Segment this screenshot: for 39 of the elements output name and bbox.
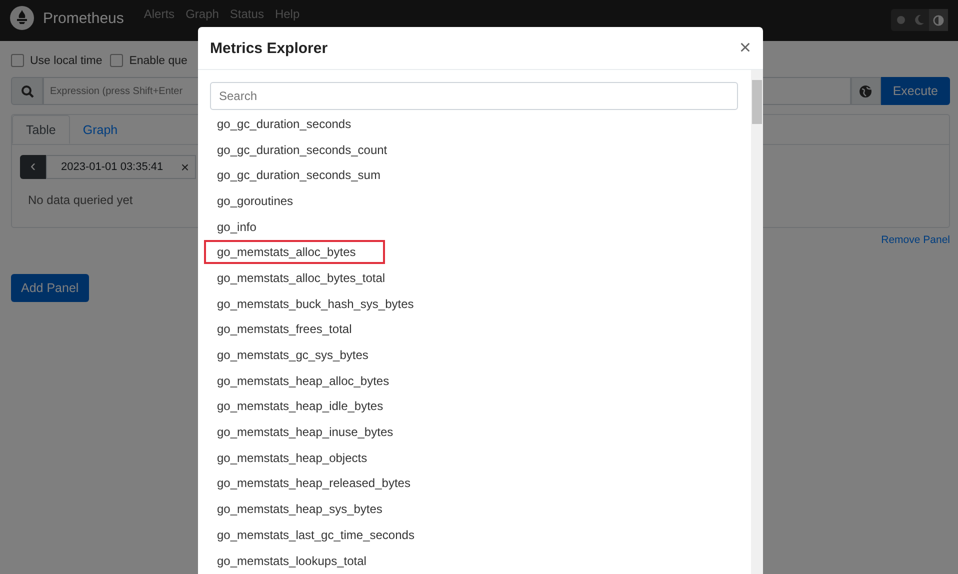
theme-button[interactable] [929, 9, 948, 31]
brand-name[interactable]: Prometheus [43, 10, 124, 26]
metric-item[interactable]: go_memstats_heap_idle_bytes [204, 394, 412, 418]
moon-icon [915, 15, 924, 25]
checkbox-label: Use local time [30, 54, 102, 66]
search-field[interactable]: Search [210, 82, 738, 110]
previous-button[interactable]: ‹ [20, 155, 46, 179]
metric-item[interactable]: go_memstats_gc_sys_bytes [204, 343, 398, 368]
metric-item[interactable]: go_gc_duration_seconds [204, 112, 380, 136]
dialog-title: Metrics Explorer [210, 40, 328, 56]
checkbox[interactable] [11, 54, 24, 67]
metric-item[interactable]: go_memstats_buck_hash_sys_bytes [204, 292, 443, 316]
metric-item[interactable]: go_memstats_heap_objects [204, 446, 396, 470]
scrollbar[interactable] [751, 70, 763, 574]
metric-item[interactable]: go_info [204, 214, 286, 239]
clear-button[interactable]: × [180, 159, 189, 175]
metric-item[interactable]: go_memstats_frees_total [204, 317, 381, 342]
globe-icon[interactable] [850, 77, 881, 105]
checkbox[interactable] [110, 54, 124, 67]
metric-item[interactable]: go_gc_duration_seconds_count [204, 138, 416, 162]
metric-item[interactable]: go_memstats_last_gc_time_seconds [204, 522, 444, 547]
metric-item[interactable]: go_memstats_lookups_total [204, 548, 396, 573]
metric-item[interactable]: go_memstats_alloc_bytes [204, 240, 385, 264]
scrollbar-thumb[interactable] [752, 80, 762, 124]
time-field[interactable]: 2023-01-01 03:35:41 × [46, 155, 196, 179]
metric-item[interactable]: go_memstats_alloc_bytes_total [204, 266, 414, 290]
sun-icon [896, 15, 906, 25]
logo-icon [10, 6, 34, 30]
metric-item[interactable]: go_memstats_heap_alloc_bytes [204, 368, 418, 393]
close-button[interactable]: × [739, 36, 751, 60]
contrast-icon [933, 14, 944, 26]
metric-item[interactable]: go_gc_duration_seconds_sum [204, 163, 410, 188]
panel-tab[interactable]: Table [12, 115, 70, 144]
metric-item[interactable]: go_memstats_heap_sys_bytes [204, 497, 412, 522]
metric-item[interactable]: go_memstats_heap_released_bytes [204, 471, 440, 496]
metric-item[interactable]: go_goroutines [204, 188, 322, 213]
checkbox-label: Enable que [129, 54, 188, 66]
empty-message: No data queried yet [28, 193, 133, 207]
metric-item[interactable]: go_memstats_heap_inuse_bytes [204, 420, 422, 444]
